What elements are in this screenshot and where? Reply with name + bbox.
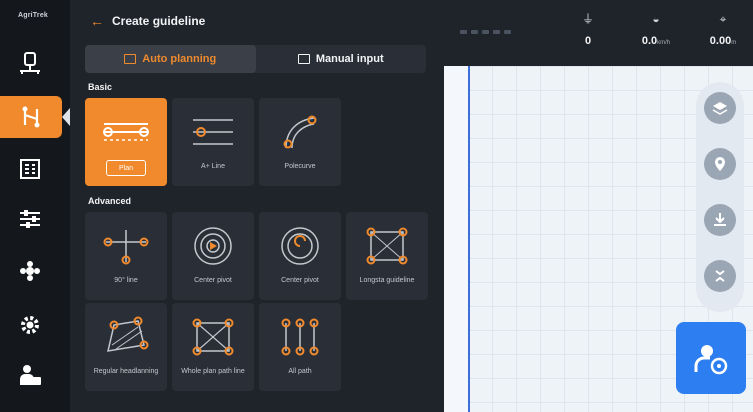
spiral-icon [281,227,319,265]
headland-icon [107,316,149,352]
card-90-line[interactable]: 90° line [85,212,167,300]
section-title-advanced: Advanced [88,196,132,206]
speed-unit: km/h [657,40,671,46]
card-label: Polecurve [284,163,316,170]
tab-label: Manual input [315,53,384,65]
card-label: All path [288,368,312,375]
center-view-button[interactable] [704,260,736,292]
field-boundary-line [468,66,470,412]
card-label: Center pivot [194,277,232,284]
card-label: A+ Line [201,163,225,170]
whole-plan-icon [192,318,234,356]
sidebar-item-operator[interactable] [8,354,52,396]
card-label: Center pivot [281,277,319,284]
speedometer-icon: ◒ [652,12,660,26]
card-longsta-guideline[interactable]: Longsta guideline [346,212,428,300]
card-ab-line[interactable]: Plan [85,98,167,186]
map-margin [444,66,468,412]
sidebar-item-system[interactable] [8,304,52,346]
card-center-pivot-b[interactable]: Center pivot [259,212,341,300]
tab-label: Auto planning [142,53,217,65]
tab-auto-planning[interactable]: Auto planning [85,45,256,73]
sidebar-item-settings[interactable] [8,198,52,240]
accuracy-status: ⌖ 0.00m [701,12,745,47]
card-label: Regular headlanning [93,368,159,375]
card-center-pivot-a[interactable]: Center pivot [172,212,254,300]
speed-value: 0.0 [641,35,658,47]
layers-icon [712,102,728,115]
accuracy-value: 0.00 [709,35,732,47]
multi-path-icon [281,318,319,356]
import-button[interactable] [704,204,736,236]
plan-button[interactable]: Plan [106,160,146,176]
section-title-basic: Basic [88,82,113,92]
panel-header: ← Create guideline [90,13,205,29]
operator-icon [20,365,41,385]
brand-logo: AgriTrek [18,12,48,19]
settings-sliders-icon [20,210,40,228]
tasks-icon [20,159,40,179]
tab-manual-input[interactable]: Manual input [256,45,427,73]
panel-title: Create guideline [112,14,206,28]
accuracy-unit: m [731,40,737,46]
crosshair-icon: ⌖ [719,12,727,26]
calendar-icon [124,54,137,64]
satellite-icon: ⏚ [582,12,595,26]
driver-wheel-icon [694,345,728,375]
sidebar-rail: AgriTrek [0,0,70,412]
guideline-panel: ← Create guideline Auto planning Manual … [70,0,444,412]
sidebar-item-drone[interactable] [8,250,52,292]
signal-strength-icon [460,30,511,34]
sidebar-item-field[interactable] [8,42,52,84]
ab-line-icon [103,123,149,141]
sidebar-item-guidance[interactable] [0,96,70,138]
satellite-status: ⏚ 0 [582,12,594,47]
sidebar-item-tasks[interactable] [8,148,52,190]
locate-button[interactable] [704,148,736,180]
keyboard-icon [297,54,310,64]
card-whole-plan-path-line[interactable]: Whole plan path line [172,303,254,391]
curve-icon [283,115,317,149]
center-pivot-icon [194,227,232,265]
download-icon [714,213,726,226]
back-arrow-icon[interactable]: ← [90,13,104,29]
speed-status: ◒ 0.0km/h [636,12,676,47]
card-polecurve[interactable]: Polecurve [259,98,341,186]
map-tools [696,82,744,312]
guidance-icon [22,106,40,128]
gear-icon [21,316,39,334]
card-a-plus-line[interactable]: A+ Line [172,98,254,186]
satellite-count: 0 [584,35,592,47]
card-regular-headlanning[interactable]: Regular headlanning [85,303,167,391]
card-label: Longsta guideline [359,277,415,284]
card-all-path[interactable]: All path [259,303,341,391]
perpendicular-line-icon [103,230,149,265]
field-icon [20,52,40,74]
boundary-points-icon [366,227,408,265]
drone-icon [20,261,40,281]
driver-assist-button[interactable] [676,322,746,394]
a-plus-line-icon [193,119,233,145]
mode-tabs: Auto planning Manual input [85,45,426,73]
card-label: 90° line [114,277,138,284]
location-pin-icon [715,157,725,171]
layers-button[interactable] [704,92,736,124]
recenter-icon [715,270,725,282]
card-label: Whole plan path line [181,368,245,375]
status-bar: ⏚ 0 ◒ 0.0km/h ⌖ 0.00m [444,0,753,66]
